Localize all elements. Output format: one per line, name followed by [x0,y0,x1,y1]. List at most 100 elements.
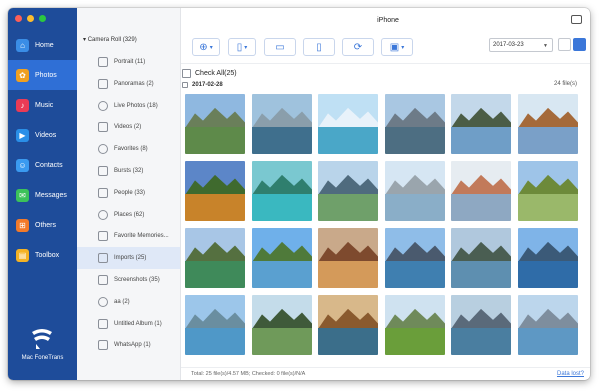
check-all[interactable]: Check All(25) [182,69,237,78]
album-label: Portrait (11) [114,59,146,65]
album-icon [98,100,108,111]
export-device-icon: ▯ [236,41,243,53]
date-group-checkbox[interactable] [182,82,188,88]
toolbox-button[interactable]: ▣ ▾ [381,38,413,56]
photos-icon: ✿ [16,68,29,82]
photo-thumbnail[interactable] [185,94,245,154]
album-label: Screenshots (35) [114,277,160,283]
photo-thumbnail[interactable] [384,228,445,288]
album-icon [98,122,108,133]
album-item[interactable]: Places (62) [77,204,180,226]
camera-roll-header[interactable]: ▾ Camera Roll (329) [83,36,137,43]
photo-thumbnail[interactable] [517,228,578,288]
album-item[interactable]: aa (2) [77,291,180,313]
nav-item-home[interactable]: ⌂ Home [8,30,77,60]
photo-thumbnail[interactable] [318,228,378,288]
chevron-down-icon: ▾ [244,44,248,51]
album-icon [98,318,108,329]
photo-thumbnail[interactable] [517,295,578,355]
date-filter-value: 2017-03-23 [493,42,524,48]
nav-item-toolbox[interactable]: ▤ Toolbox [8,240,77,270]
photo-thumbnail[interactable] [251,161,312,221]
zoom-window-button[interactable] [39,15,46,22]
nav-item-contacts[interactable]: ☺ Contacts [8,150,77,180]
data-lost-link[interactable]: Data lost? [557,371,584,377]
album-icon [98,187,108,198]
album-item[interactable]: Videos (2) [77,116,180,138]
nav-item-others[interactable]: ⊞ Others [8,210,77,240]
nav-item-label: Home [35,41,54,49]
album-item[interactable]: Bursts (32) [77,160,180,182]
toolbox-icon: ▣ [389,41,400,53]
delete-icon: ▯ [316,41,322,53]
album-list: ▾ Camera Roll (329) Portrait (11) Panoram… [77,8,181,380]
date-group-label: 2017-02-28 [192,82,223,88]
album-label: aa (2) [114,298,130,305]
album-item[interactable]: Live Photos (18) [77,95,180,117]
album-item[interactable]: Favorites (8) [77,138,180,160]
feedback-icon[interactable] [571,15,582,24]
chevron-down-icon: ▼ [543,43,548,49]
photo-thumbnail[interactable] [384,94,445,154]
grid-view-button[interactable] [573,38,586,51]
main-nav: ⌂ Home ✿ Photos ♪ Music ▶ Videos ☺ Contacts ✉ Messa… [8,8,77,380]
album-label: Live Photos (18) [114,102,158,109]
date-group-count: 24 file(s) [553,81,577,87]
album-icon [98,144,108,155]
album-item[interactable]: Imports (25) [77,247,180,270]
album-item[interactable]: Screenshots (35) [77,269,180,291]
album-item[interactable]: Panoramas (2) [77,73,180,95]
photo-thumbnail[interactable] [384,295,445,355]
album-item[interactable]: Untitled Album (1) [77,313,180,335]
photo-thumbnail[interactable] [251,228,312,288]
export-to-device-button[interactable]: ▯ ▾ [228,38,256,56]
convert-icon: ⟳ [353,41,363,53]
photo-thumbnail[interactable] [318,295,378,355]
delete-button[interactable]: ▯ [303,38,335,56]
photo-thumbnail[interactable] [384,161,445,221]
album-label: Favorite Memories... [114,233,169,240]
photo-thumbnail[interactable] [251,94,312,154]
album-item[interactable]: Portrait (11) [77,51,180,73]
messages-icon: ✉ [16,188,29,202]
photo-thumbnail[interactable] [451,295,511,355]
album-label: Videos (2) [114,124,142,131]
photo-thumbnail[interactable] [318,94,378,154]
check-all-label: Check All(25) [195,70,237,77]
nav-item-music[interactable]: ♪ Music [8,90,77,120]
date-filter-select[interactable]: 2017-03-23 ▼ [489,38,553,52]
photo-thumbnail[interactable] [517,94,578,154]
nav-item-label: Messages [35,191,67,199]
album-item[interactable]: People (33) [77,182,180,204]
toolbox-icon: ▤ [16,248,29,262]
list-view-button[interactable] [558,38,571,51]
nav-item-messages[interactable]: ✉ Messages [8,180,77,210]
album-icon [98,340,108,351]
photo-thumbnail[interactable] [451,94,511,154]
photo-thumbnail[interactable] [185,228,245,288]
check-all-checkbox[interactable] [182,69,191,78]
nav-item-label: Contacts [35,161,63,169]
status-text: Total: 25 file(s)/4.57 MB; Checked: 0 fi… [191,371,306,377]
photo-thumbnail[interactable] [251,295,312,355]
album-label: Imports (25) [114,255,147,262]
minimize-window-button[interactable] [27,15,34,22]
album-item[interactable]: WhatsApp (1) [77,334,180,356]
close-window-button[interactable] [15,15,22,22]
album-item[interactable]: Favorite Memories... [77,225,180,247]
photo-thumbnail[interactable] [451,228,511,288]
nav-item-videos[interactable]: ▶ Videos [8,120,77,150]
nav-item-photos[interactable]: ✿ Photos [8,60,77,90]
photo-thumbnail[interactable] [451,161,511,221]
chevron-down-icon: ▾ [209,44,213,51]
music-icon: ♪ [16,98,29,112]
photo-thumbnail[interactable] [185,161,245,221]
export-to-pc-button[interactable]: ▭ [264,38,296,56]
photo-thumbnail[interactable] [517,161,578,221]
album-icon [98,275,108,285]
add-button[interactable]: ⊕ ▾ [192,38,220,56]
convert-button[interactable]: ⟳ [342,38,374,56]
photo-thumbnail[interactable] [185,295,245,355]
album-label: WhatsApp (1) [114,342,151,349]
photo-thumbnail[interactable] [318,161,378,221]
